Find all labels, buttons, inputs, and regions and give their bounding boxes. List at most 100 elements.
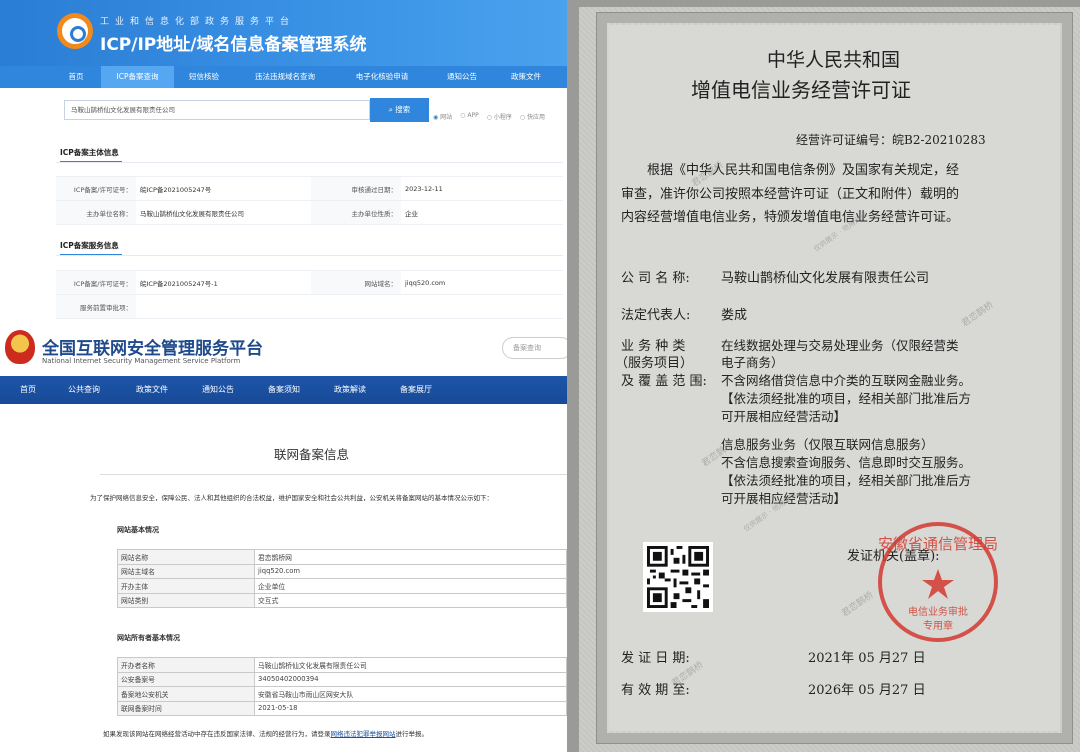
- cert-scope-line: 电子商务）: [721, 355, 784, 370]
- icp-nav-sms-verify[interactable]: 短信核验: [174, 66, 234, 88]
- table-value: 安徽省马鞍山市雨山区网安大队: [254, 686, 567, 702]
- table-row: ICP备案/许可证号： 皖ICP备2021005247号 审核通过日期： 202…: [56, 176, 563, 201]
- radio-quickapp-label: 快应用: [527, 114, 546, 121]
- cert-valid-date: 2026年 05 月27 日: [808, 683, 926, 698]
- divider: [56, 162, 563, 163]
- icp-nav-illegal-domain[interactable]: 违法违规域名查询: [234, 66, 336, 88]
- cert-company-value: 马鞍山鹊桥仙文化发展有限责任公司: [721, 271, 930, 286]
- mps-nav-policy[interactable]: 政策文件: [136, 376, 168, 404]
- icp-main-section-title: ICP备案主体信息: [60, 148, 119, 157]
- icp-nav-notice[interactable]: 通知公告: [428, 66, 496, 88]
- report-link[interactable]: 网络违法犯罪举报网站: [331, 730, 396, 738]
- table-row: 开办者名称 马鞍山鹊桥仙文化发展有限责任公司: [117, 657, 567, 673]
- table-row: 网站类别 交互式: [117, 592, 567, 608]
- table-value: [311, 294, 401, 319]
- qr-code-graphic: [647, 546, 709, 608]
- table-value: 交互式: [254, 592, 567, 608]
- table-value: 皖ICP备2021005247号: [136, 176, 311, 201]
- radio-app-label: APP: [467, 112, 479, 119]
- table-row: 网站主域名 jiqq520.com: [117, 563, 567, 579]
- icp-nav-icp-query[interactable]: ICP备案查询: [101, 66, 174, 88]
- table-value: 企业: [401, 200, 563, 225]
- cert-scope-line: 【依法须经批准的项目，经相关部门批准后方: [721, 391, 972, 406]
- icp-nav-bar: 首页 ICP备案查询 短信核验 违法违规域名查询 电子化核验申请 通知公告 政策…: [0, 66, 567, 88]
- cert-para-line3: 内容经营增值电信业务，特颁发增值电信业务经营许可证。: [621, 210, 960, 225]
- table-key: ICP备案/许可证号：: [56, 176, 136, 201]
- seal-sub-text: 电信业务审批: [908, 605, 968, 618]
- mps-title-en: National Internet Security Management Se…: [42, 357, 241, 365]
- table-key: 开办者名称: [117, 657, 255, 673]
- table-key: 备案地公安机关: [117, 686, 255, 702]
- table-value: 马鞍山鹊桥仙文化发展有限责任公司: [136, 200, 311, 225]
- table-value: 君恋鹊桥网: [254, 549, 567, 565]
- icp-nav-e-verify[interactable]: 电子化核验申请: [336, 66, 428, 88]
- radio-miniprogram[interactable]: ○ 小程序: [487, 112, 512, 121]
- table-key: ICP备案/许可证号：: [56, 270, 136, 295]
- police-emblem-icon: [5, 330, 35, 364]
- mps-search-input[interactable]: 备案查询: [502, 337, 567, 359]
- cert-title-line1: 中华人民共和国: [767, 49, 901, 71]
- table-row: 联网备案时间 2021-05-18: [117, 700, 567, 716]
- icp-search-input[interactable]: 马鞍山鹊桥仙文化发展有限责任公司: [64, 100, 370, 120]
- radio-website-label: 网站: [440, 114, 453, 121]
- cert-scope-line: 信息服务业务（仅限互联网信息服务）: [721, 437, 934, 452]
- icp-nav-policy[interactable]: 政策文件: [496, 66, 556, 88]
- table-key: 主办单位名称：: [56, 200, 136, 225]
- mps-nav-public-query[interactable]: 公共查询: [68, 376, 100, 404]
- mps-intro-text: 为了保护网络信息安全，保障公民、法人和其他组织的合法权益，维护国家安全和社会公共…: [90, 494, 493, 502]
- icp-logo-icon: [57, 13, 93, 49]
- certificate-photo: 中华人民共和国 增值电信业务经营许可证 经营许可证编号：皖B2-20210283…: [567, 0, 1080, 752]
- table-key: 网站类别: [117, 592, 255, 608]
- table-value: [401, 294, 563, 319]
- table-value: 2023-12-11: [401, 176, 563, 201]
- mps-nav-interpretation[interactable]: 政策解读: [334, 376, 366, 404]
- table-value: jiqq520.com: [254, 563, 567, 579]
- table-row: 备案地公安机关 安徽省马鞍山市雨山区网安大队: [117, 686, 567, 702]
- table-key: 网站域名：: [311, 270, 401, 295]
- seal-sub2-text: 专用章: [923, 619, 953, 632]
- footer-text-end: 进行举报。: [395, 730, 429, 738]
- footer-text: 如果发现该网站在网络经营活动中存在违反国家法律、法规的经营行为，请登录: [103, 730, 331, 738]
- cert-scope-line: 可开展相应经营活动】: [721, 409, 847, 424]
- qr-code-icon: [643, 542, 713, 612]
- cert-para-line2: 审查，准许你公司按照本经营许可证（正文和附件）载明的: [621, 187, 960, 202]
- icp-search-button[interactable]: ⌕ 搜索: [370, 98, 429, 122]
- icp-search-button-label: 搜索: [395, 105, 411, 114]
- table-key: 联网备案时间: [117, 700, 255, 716]
- screenshot-left: 工业和信息化部政务服务平台 ICP/IP地址/域名信息备案管理系统 首页 ICP…: [0, 0, 567, 752]
- radio-app[interactable]: ○ APP: [460, 112, 479, 121]
- table-value: 企业单位: [254, 578, 567, 594]
- mps-basic-table: 网站名称 君恋鹊桥网 网站主域名 jiqq520.com 开办主体 企业单位 网站类别…: [117, 549, 567, 608]
- cert-title-line2: 增值电信业务经营许可证: [691, 78, 911, 102]
- icp-nav-home[interactable]: 首页: [51, 66, 101, 88]
- mps-footer-note: 如果发现该网站在网络经营活动中存在违反国家法律、法规的经营行为，请登录网络违法犯…: [103, 728, 567, 738]
- mps-nav-notice[interactable]: 通知公告: [202, 376, 234, 404]
- certificate-paper: 中华人民共和国 增值电信业务经营许可证 经营许可证编号：皖B2-20210283…: [579, 7, 1080, 752]
- table-value: [136, 294, 311, 319]
- mps-nav-home[interactable]: 首页: [20, 376, 36, 404]
- mps-nav-bar: 首页 公共查询 政策文件 通知公告 备案须知 政策解读 备案展厅: [0, 376, 567, 404]
- cert-scope-label2: （服务项目）: [615, 356, 694, 371]
- cert-scope-line: 不含网络借贷信息中介类的互联网金融业务。: [721, 373, 972, 388]
- cert-legal-value: 娄成: [721, 308, 748, 323]
- radio-quickapp[interactable]: ○ 快应用: [520, 112, 545, 121]
- mps-title: 全国互联网安全管理服务平台: [42, 339, 263, 359]
- cert-issue-label: 发 证 日 期:: [621, 651, 690, 666]
- mps-owner-table: 开办者名称 马鞍山鹊桥仙文化发展有限责任公司 公安备案号 3405040200039…: [117, 657, 567, 716]
- radio-website[interactable]: ◉ 网站: [433, 112, 452, 121]
- cert-scope-line: 不含信息搜索查询服务、信息即时交互服务。: [721, 455, 972, 470]
- table-value: 马鞍山鹊桥仙文化发展有限责任公司: [254, 657, 567, 673]
- table-row: 服务前置审批项：: [56, 294, 563, 319]
- mps-nav-guide[interactable]: 备案须知: [268, 376, 300, 404]
- mps-nav-showcase[interactable]: 备案展厅: [400, 376, 432, 404]
- cert-legal-label: 法定代表人:: [621, 308, 691, 323]
- icp-header-subtitle: 工业和信息化部政务服务平台: [100, 17, 296, 27]
- table-row: 开办主体 企业单位: [117, 578, 567, 594]
- table-key: 主办单位性质：: [311, 200, 401, 225]
- mps-owner-section-title: 网站所有者基本情况: [117, 634, 180, 642]
- icp-system-title: ICP/IP地址/域名信息备案管理系统: [100, 35, 367, 55]
- table-key: 公安备案号: [117, 671, 255, 687]
- table-key: 网站主域名: [117, 563, 255, 579]
- table-key: 审核通过日期：: [311, 176, 401, 201]
- cert-license-no: 经营许可证编号：皖B2-20210283: [796, 133, 986, 147]
